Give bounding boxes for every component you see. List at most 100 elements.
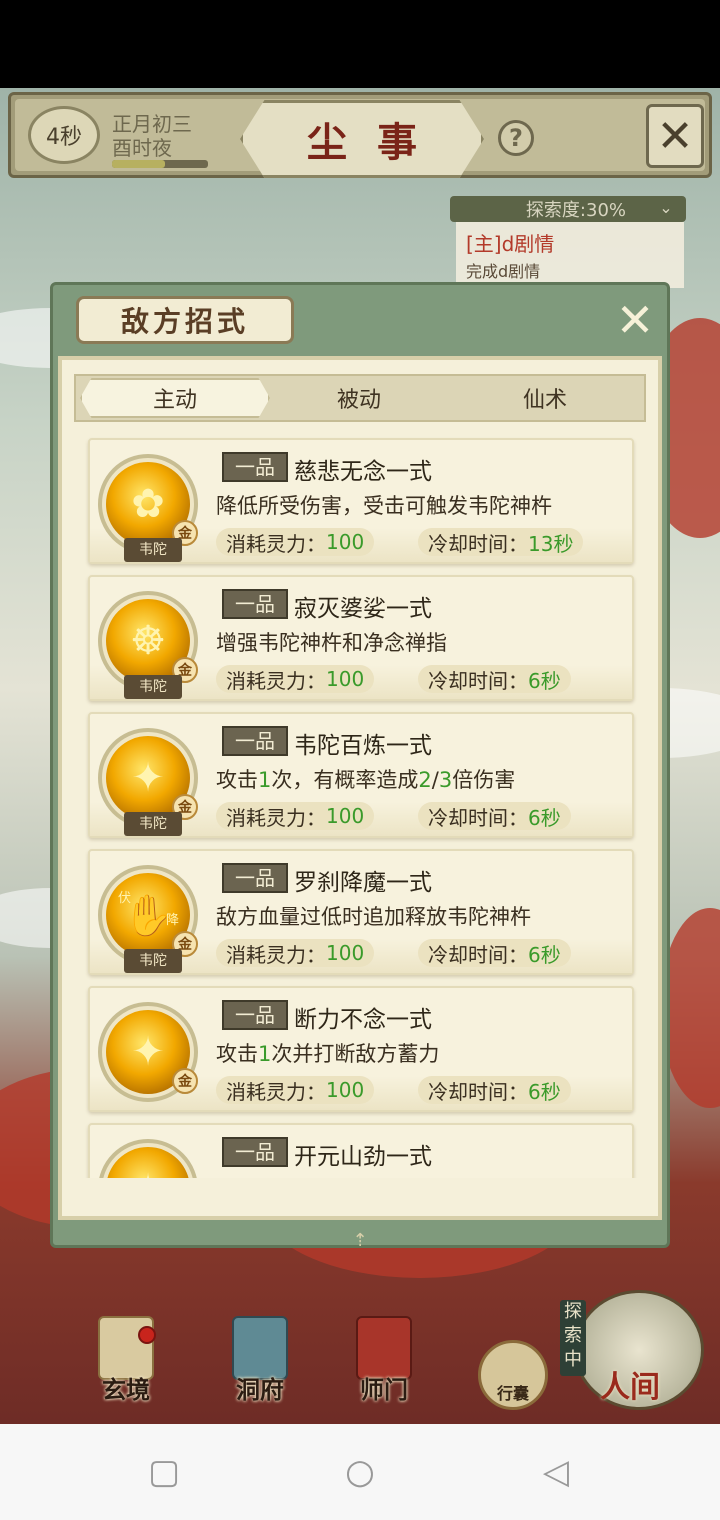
skill-name: 寂灭婆娑一式 bbox=[294, 596, 432, 622]
skill-card[interactable]: ✿ 金韦陀 一品 慈悲无念一式 降低所受伤害，受击可触发韦陀神杵 消耗灵力： 100 冷却时间… bbox=[88, 438, 634, 564]
spirit-cost-value: 100 bbox=[326, 941, 365, 965]
skill-card[interactable]: ☸ 金韦陀 一品 寂灭婆娑一式 增强韦陀神杵和净念禅指 消耗灵力： 100 冷却时间： 6秒 bbox=[88, 575, 634, 701]
icon-side-text: 降 bbox=[166, 913, 180, 928]
nav-label: 师门 bbox=[360, 1375, 408, 1404]
cooldown-value: 13秒 bbox=[528, 531, 574, 556]
spirit-cost: 消耗灵力： 100 bbox=[216, 802, 375, 830]
description-fragment: 倍伤害 bbox=[452, 768, 516, 792]
bag-label: 行囊 bbox=[496, 1384, 529, 1403]
back-icon[interactable]: ◁ bbox=[536, 1452, 576, 1492]
skill-owner-tag: 韦陀 bbox=[124, 812, 182, 836]
cooldown-label: 冷却时间： bbox=[428, 531, 528, 556]
description-fragment: 次，有概率造成 bbox=[271, 768, 419, 792]
skill-description: 攻击1次并打断敌方蓄力 bbox=[216, 1038, 439, 1068]
page-title: 尘事 bbox=[307, 119, 447, 166]
notification-dot bbox=[138, 1326, 156, 1344]
nav-label: 玄境 bbox=[102, 1375, 150, 1404]
tab-immortal-arts[interactable]: 仙术 bbox=[452, 376, 638, 420]
description-fragment: 攻击 bbox=[216, 768, 258, 792]
spirit-cost-value: 100 bbox=[326, 530, 365, 554]
quest-title: [主]d剧情 bbox=[466, 232, 555, 256]
skill-owner-tag: 韦陀 bbox=[124, 675, 182, 699]
cooldown-label: 冷却时间： bbox=[428, 1079, 528, 1104]
cooldown-value: 6秒 bbox=[528, 805, 561, 830]
skill-list[interactable]: ✿ 金韦陀 一品 慈悲无念一式 降低所受伤害，受击可触发韦陀神杵 消耗灵力： 100 冷却时间… bbox=[74, 432, 644, 1178]
skill-card[interactable]: ✦一品开元山劲一式对敌方造成1次伤害 bbox=[88, 1123, 634, 1178]
skill-grade-tag: 一品 bbox=[222, 1000, 288, 1030]
spirit-cost-value: 100 bbox=[326, 1078, 365, 1102]
top-close-button[interactable]: ✕ bbox=[646, 104, 704, 168]
countdown-timer: 4秒 bbox=[28, 106, 100, 164]
cooldown-value: 6秒 bbox=[528, 1079, 561, 1104]
cooldown-label: 冷却时间： bbox=[428, 942, 528, 967]
tab-passive-skills[interactable]: 被动 bbox=[266, 376, 452, 420]
skill-description: 对敌方造成1次伤害 bbox=[216, 1175, 397, 1178]
quest-description: 完成d剧情 bbox=[466, 262, 541, 281]
spirit-cost: 消耗灵力： 100 bbox=[216, 528, 375, 556]
skill-name: 开元山劲一式 bbox=[294, 1144, 432, 1170]
exploration-progress: 探索度:30% bbox=[450, 196, 686, 222]
spirit-cost: 消耗灵力： 100 bbox=[216, 665, 375, 693]
skill-card[interactable]: ✦ 金一品 断力不念一式 攻击1次并打断敌方蓄力 消耗灵力： 100 冷却时间： 6秒 bbox=[88, 986, 634, 1112]
chevron-down-icon[interactable]: ⌄ bbox=[652, 198, 680, 220]
description-fragment: 3 bbox=[438, 768, 453, 792]
recent-apps-icon[interactable]: ▢ bbox=[144, 1452, 184, 1492]
cooldown: 冷却时间： 6秒 bbox=[418, 665, 571, 693]
description-fragment: / bbox=[431, 768, 439, 792]
description-fragment: 2 bbox=[418, 768, 432, 792]
home-icon[interactable]: ○ bbox=[340, 1452, 380, 1492]
spirit-cost-value: 100 bbox=[326, 667, 365, 691]
spirit-cost: 消耗灵力： 100 bbox=[216, 1076, 375, 1104]
cooldown-label: 冷却时间： bbox=[428, 668, 528, 693]
skill-name: 韦陀百炼一式 bbox=[294, 733, 432, 759]
description-fragment: 次并打断敌方蓄力 bbox=[271, 1042, 440, 1066]
skill-description: 攻击1次，有概率造成2/3倍伤害 bbox=[216, 764, 515, 794]
game-time-of-day: 酉时夜 bbox=[112, 136, 172, 160]
cooldown: 冷却时间： 6秒 bbox=[418, 1076, 571, 1104]
icon-side-text: 伏 bbox=[118, 891, 132, 906]
time-progress-fill bbox=[112, 160, 165, 168]
spirit-cost-label: 消耗灵力： bbox=[226, 1079, 326, 1104]
cooldown: 冷却时间： 6秒 bbox=[418, 802, 571, 830]
nav-label: 洞府 bbox=[236, 1375, 284, 1404]
skill-card[interactable]: ✋ 伏降金韦陀 一品 罗刹降魔一式 敌方血量过低时追加释放韦陀神杵 消耗灵力： 100 冷却时… bbox=[88, 849, 634, 975]
tab-active-skills[interactable]: 主动 bbox=[80, 376, 270, 420]
cooldown-value: 6秒 bbox=[528, 668, 561, 693]
skill-name: 慈悲无念一式 bbox=[294, 459, 432, 485]
help-button[interactable]: ? bbox=[498, 120, 534, 156]
nav-shimen[interactable]: 师门 bbox=[346, 1316, 422, 1404]
cooldown-value: 6秒 bbox=[528, 942, 561, 967]
skill-name: 断力不念一式 bbox=[294, 1007, 432, 1033]
cooldown-label: 冷却时间： bbox=[428, 805, 528, 830]
description-fragment: 攻击 bbox=[216, 1042, 258, 1066]
skill-description: 降低所受伤害，受击可触发韦陀神杵 bbox=[216, 494, 552, 518]
skill-grade-tag: 一品 bbox=[222, 1137, 288, 1167]
skill-owner-tag: 韦陀 bbox=[124, 949, 182, 973]
scroll-handle-icon: ⇡ bbox=[352, 1230, 368, 1251]
renjian-label: 人间 bbox=[600, 1370, 660, 1405]
spirit-cost-label: 消耗灵力： bbox=[226, 805, 326, 830]
nav-dongfu[interactable]: 洞府 bbox=[222, 1316, 298, 1404]
spirit-cost-label: 消耗灵力： bbox=[226, 531, 326, 556]
spirit-cost-label: 消耗灵力： bbox=[226, 668, 326, 693]
spirit-cost-value: 100 bbox=[326, 804, 365, 828]
skill-description: 增强韦陀神杵和净念禅指 bbox=[216, 631, 447, 655]
skill-name: 罗刹降魔一式 bbox=[294, 870, 432, 896]
cooldown: 冷却时间： 13秒 bbox=[418, 528, 584, 556]
gold-rarity-badge: 金 bbox=[172, 1068, 198, 1094]
dialog-title: 敌方招式 bbox=[120, 305, 249, 338]
cooldown: 冷却时间： 6秒 bbox=[418, 939, 571, 967]
skill-grade-tag: 一品 bbox=[222, 589, 288, 619]
description-fragment: 1 bbox=[258, 768, 272, 792]
spirit-cost-label: 消耗灵力： bbox=[226, 942, 326, 967]
skill-description: 敌方血量过低时追加释放韦陀神杵 bbox=[216, 905, 531, 929]
dialog-close-button[interactable]: ✕ bbox=[606, 293, 664, 347]
spirit-cost: 消耗灵力： 100 bbox=[216, 939, 375, 967]
time-progress-bar bbox=[112, 160, 208, 168]
skill-grade-tag: 一品 bbox=[222, 726, 288, 756]
skill-card[interactable]: ✦ 金韦陀 一品 韦陀百炼一式 攻击1次，有概率造成2/3倍伤害 消耗灵力： 100 冷却时间… bbox=[88, 712, 634, 838]
description-fragment: 1 bbox=[258, 1042, 272, 1066]
skill-owner-tag: 韦陀 bbox=[124, 538, 182, 562]
skill-grade-tag: 一品 bbox=[222, 452, 288, 482]
skill-grade-tag: 一品 bbox=[222, 863, 288, 893]
